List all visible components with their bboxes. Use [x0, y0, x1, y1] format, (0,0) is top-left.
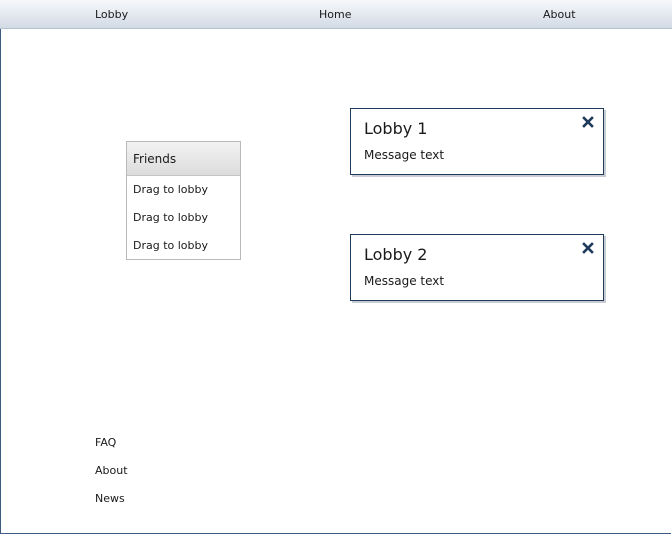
top-navigation: Lobby Home About	[0, 0, 672, 29]
lobby-message: Message text	[364, 274, 445, 288]
lobby-title: Lobby 2	[364, 245, 428, 264]
nav-home-link[interactable]: Home	[319, 0, 351, 29]
friend-item[interactable]: Drag to lobby	[127, 204, 240, 232]
close-icon[interactable]	[581, 115, 595, 129]
friend-item[interactable]: Drag to lobby	[127, 176, 240, 204]
footer-about-link[interactable]: About	[95, 464, 128, 477]
friends-panel-title: Friends	[127, 142, 240, 176]
nav-about-link[interactable]: About	[543, 0, 576, 29]
friend-item[interactable]: Drag to lobby	[127, 232, 240, 260]
close-icon[interactable]	[581, 241, 595, 255]
footer-news-link[interactable]: News	[95, 492, 125, 505]
footer-faq-link[interactable]: FAQ	[95, 436, 116, 449]
nav-lobby-link[interactable]: Lobby	[95, 0, 128, 29]
lobby-card-1: Lobby 1 Message text	[350, 108, 604, 175]
friends-panel: Friends Drag to lobby Drag to lobby Drag…	[126, 141, 241, 260]
lobby-card-2: Lobby 2 Message text	[350, 234, 604, 301]
lobby-message: Message text	[364, 148, 445, 162]
lobby-title: Lobby 1	[364, 119, 428, 138]
